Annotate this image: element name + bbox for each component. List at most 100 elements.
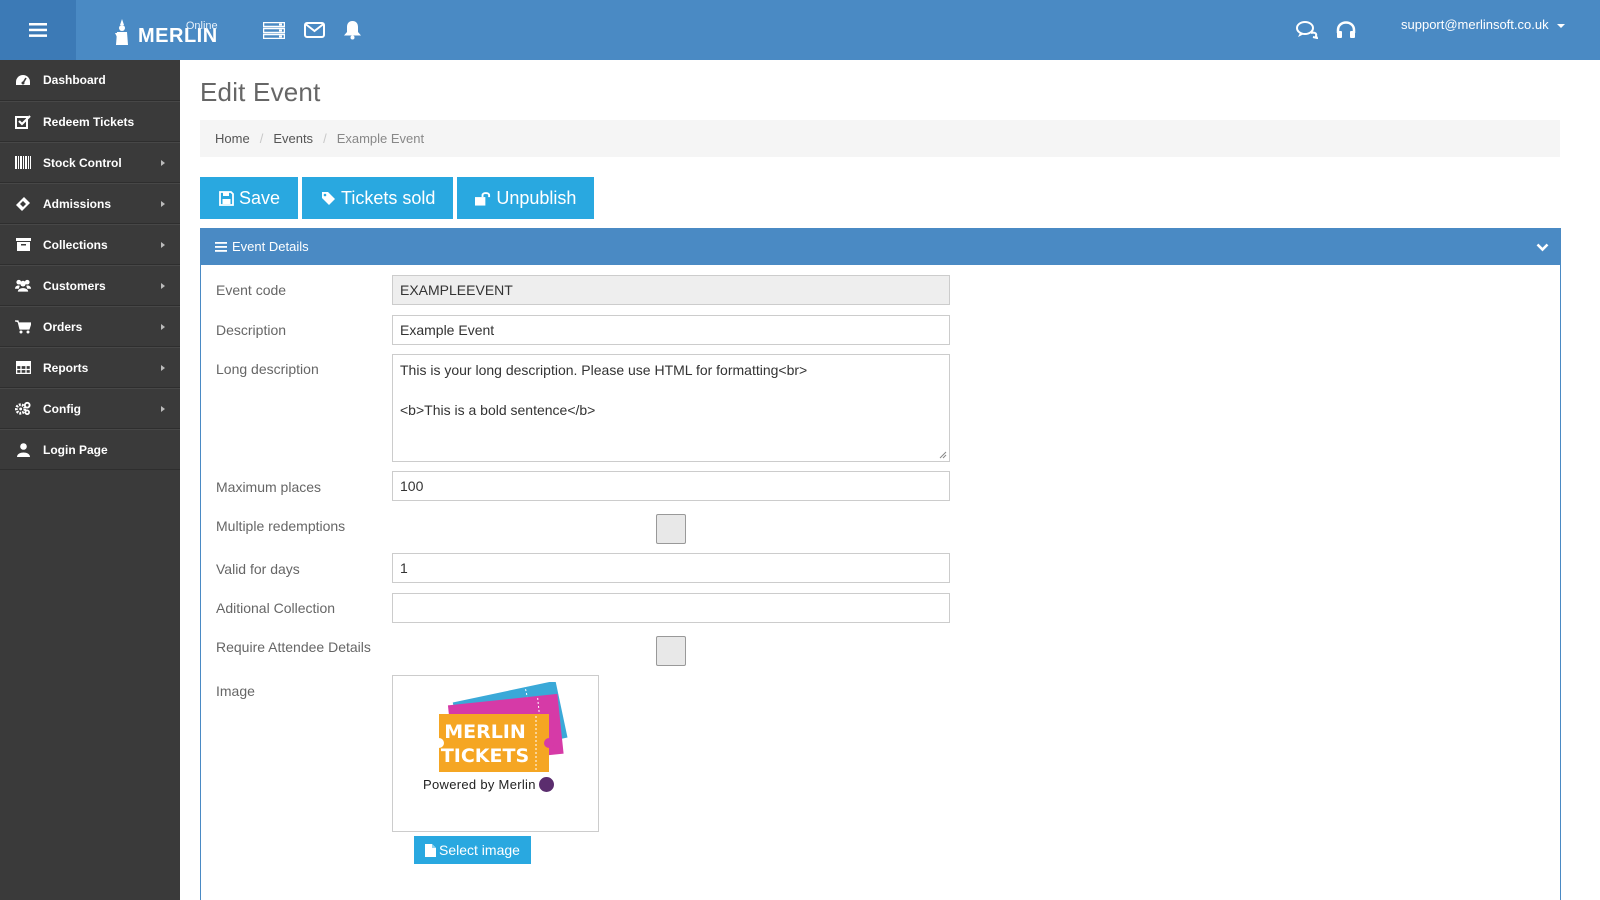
long-description-line-1: This is your long description. Please us… — [400, 362, 808, 378]
select-image-label: Select image — [439, 842, 520, 858]
page-title: Edit Event — [200, 77, 321, 107]
hamburger-icon — [29, 23, 47, 37]
caret-right-icon — [161, 283, 165, 289]
long-description-label: Long description — [216, 361, 319, 377]
require-attendee-checkbox[interactable] — [656, 636, 686, 666]
notifications-button[interactable] — [340, 18, 364, 42]
table-icon — [15, 360, 31, 376]
main-content: Edit Event Home / Events / Example Event… — [180, 60, 1600, 900]
breadcrumb: Home / Events / Example Event — [200, 120, 1560, 157]
sidebar-item-label: Customers — [43, 278, 106, 293]
archive-icon — [15, 237, 31, 253]
bell-icon — [343, 21, 361, 40]
user-email: support@merlinsoft.co.uk — [1401, 17, 1549, 32]
dashboard-icon — [15, 72, 31, 88]
menu-toggle-button[interactable] — [0, 0, 76, 60]
valid-for-days-field[interactable]: 1 — [392, 553, 950, 583]
check-square-icon — [15, 114, 31, 130]
barcode-icon — [15, 155, 31, 171]
maximum-places-label: Maximum places — [216, 479, 322, 495]
additional-collection-field[interactable] — [392, 593, 950, 623]
sidebar-item-label: Collections — [43, 237, 108, 252]
sidebar-item-dashboard[interactable]: Dashboard — [0, 60, 180, 101]
multiple-redemptions-label: Multiple redemptions — [216, 518, 346, 534]
sidebar-item-redeem-tickets[interactable]: Redeem Tickets — [0, 101, 180, 142]
tickets-sold-button[interactable]: Tickets sold — [302, 177, 454, 219]
maximum-places-field[interactable]: 100 — [392, 471, 950, 501]
floppy-disk-icon — [218, 190, 234, 206]
long-description-textarea[interactable]: This is your long description. Please us… — [392, 354, 950, 462]
cart-icon — [15, 319, 31, 335]
valid-for-days-label: Valid for days — [216, 561, 300, 577]
event-details-panel: Event Details Event code EXAMPLEEVENT De… — [200, 228, 1561, 900]
headphones-icon — [1336, 21, 1356, 38]
event-code-label: Event code — [216, 282, 287, 298]
logo-sub-text: Online — [185, 20, 218, 32]
sidebar-item-label: Config — [43, 401, 81, 416]
user-menu[interactable]: support@merlinsoft.co.uk — [1401, 17, 1565, 32]
support-button[interactable] — [1334, 18, 1358, 42]
image-preview: MERLIN TICKETS Powered by Merlin — [392, 675, 599, 832]
file-icon — [425, 843, 436, 857]
sidebar-item-label: Dashboard — [43, 73, 106, 87]
breadcrumb-separator: / — [323, 131, 327, 146]
sidebar-item-login-page[interactable]: Login Page — [0, 429, 180, 470]
messages-button[interactable] — [302, 18, 326, 42]
sidebar-item-label: Orders — [43, 319, 83, 334]
panel-title: Event Details — [232, 239, 309, 254]
sidebar-item-customers[interactable]: Customers — [0, 265, 180, 306]
caret-right-icon — [161, 365, 165, 371]
caret-right-icon — [161, 406, 165, 412]
caret-right-icon — [161, 324, 165, 330]
panel-header[interactable]: Event Details — [200, 228, 1561, 265]
cogs-icon — [15, 401, 31, 417]
logo-line-1: MERLIN — [444, 721, 526, 743]
tag-icon — [320, 190, 336, 206]
select-image-button[interactable]: Select image — [414, 836, 531, 864]
multiple-redemptions-checkbox[interactable] — [656, 514, 686, 544]
list-icon — [215, 241, 227, 252]
sidebar-item-label: Stock Control — [43, 155, 122, 170]
merlin-logo[interactable]: Online MERLIN — [114, 15, 218, 47]
tickets-sold-label: Tickets sold — [341, 187, 436, 208]
logo-line-2: TICKETS — [441, 745, 529, 767]
unlock-icon — [475, 190, 491, 206]
envelope-icon — [303, 22, 325, 38]
caret-right-icon — [161, 160, 165, 166]
breadcrumb-home[interactable]: Home — [215, 131, 250, 146]
action-toolbar: Save Tickets sold Unpublish — [200, 177, 598, 219]
sidebar: Dashboard Redeem Tickets Stock Control A… — [0, 60, 180, 900]
description-label: Description — [216, 322, 287, 338]
sidebar-item-label: Reports — [43, 360, 89, 375]
require-attendee-label: Require Attendee Details — [216, 639, 371, 655]
sidebar-item-collections[interactable]: Collections — [0, 224, 180, 265]
sidebar-item-label: Admissions — [43, 196, 112, 211]
powered-by-text: Powered by Merlin — [423, 777, 554, 792]
save-button[interactable]: Save — [200, 177, 299, 219]
description-field[interactable]: Example Event — [392, 315, 950, 345]
unpublish-label: Unpublish — [496, 187, 577, 208]
caret-right-icon — [161, 242, 165, 248]
event-code-field: EXAMPLEEVENT — [392, 275, 950, 305]
server-button[interactable] — [262, 18, 286, 42]
server-icon — [263, 21, 285, 39]
long-description-blank-line — [400, 381, 942, 401]
sidebar-item-config[interactable]: Config — [0, 388, 180, 429]
sidebar-item-reports[interactable]: Reports — [0, 347, 180, 388]
sidebar-item-stock-control[interactable]: Stock Control — [0, 142, 180, 183]
resize-handle-icon[interactable] — [939, 451, 947, 459]
sidebar-item-orders[interactable]: Orders — [0, 306, 180, 347]
unpublish-button[interactable]: Unpublish — [457, 177, 595, 219]
wizard-icon — [115, 19, 128, 45]
caret-down-icon — [1556, 23, 1565, 28]
image-label: Image — [216, 683, 255, 699]
top-navbar: Online MERLIN support@merlinsoft.co.uk — [0, 0, 1600, 60]
long-description-line-2: <b>This is a bold sentence</b> — [400, 401, 596, 418]
powered-by-label: Powered by Merlin — [423, 777, 536, 792]
save-label: Save — [239, 187, 281, 208]
breadcrumb-events[interactable]: Events — [273, 131, 313, 146]
chat-button[interactable] — [1295, 18, 1319, 42]
sidebar-item-admissions[interactable]: Admissions — [0, 183, 180, 224]
chevron-down-icon[interactable] — [1536, 240, 1549, 255]
comments-icon — [1296, 21, 1318, 39]
